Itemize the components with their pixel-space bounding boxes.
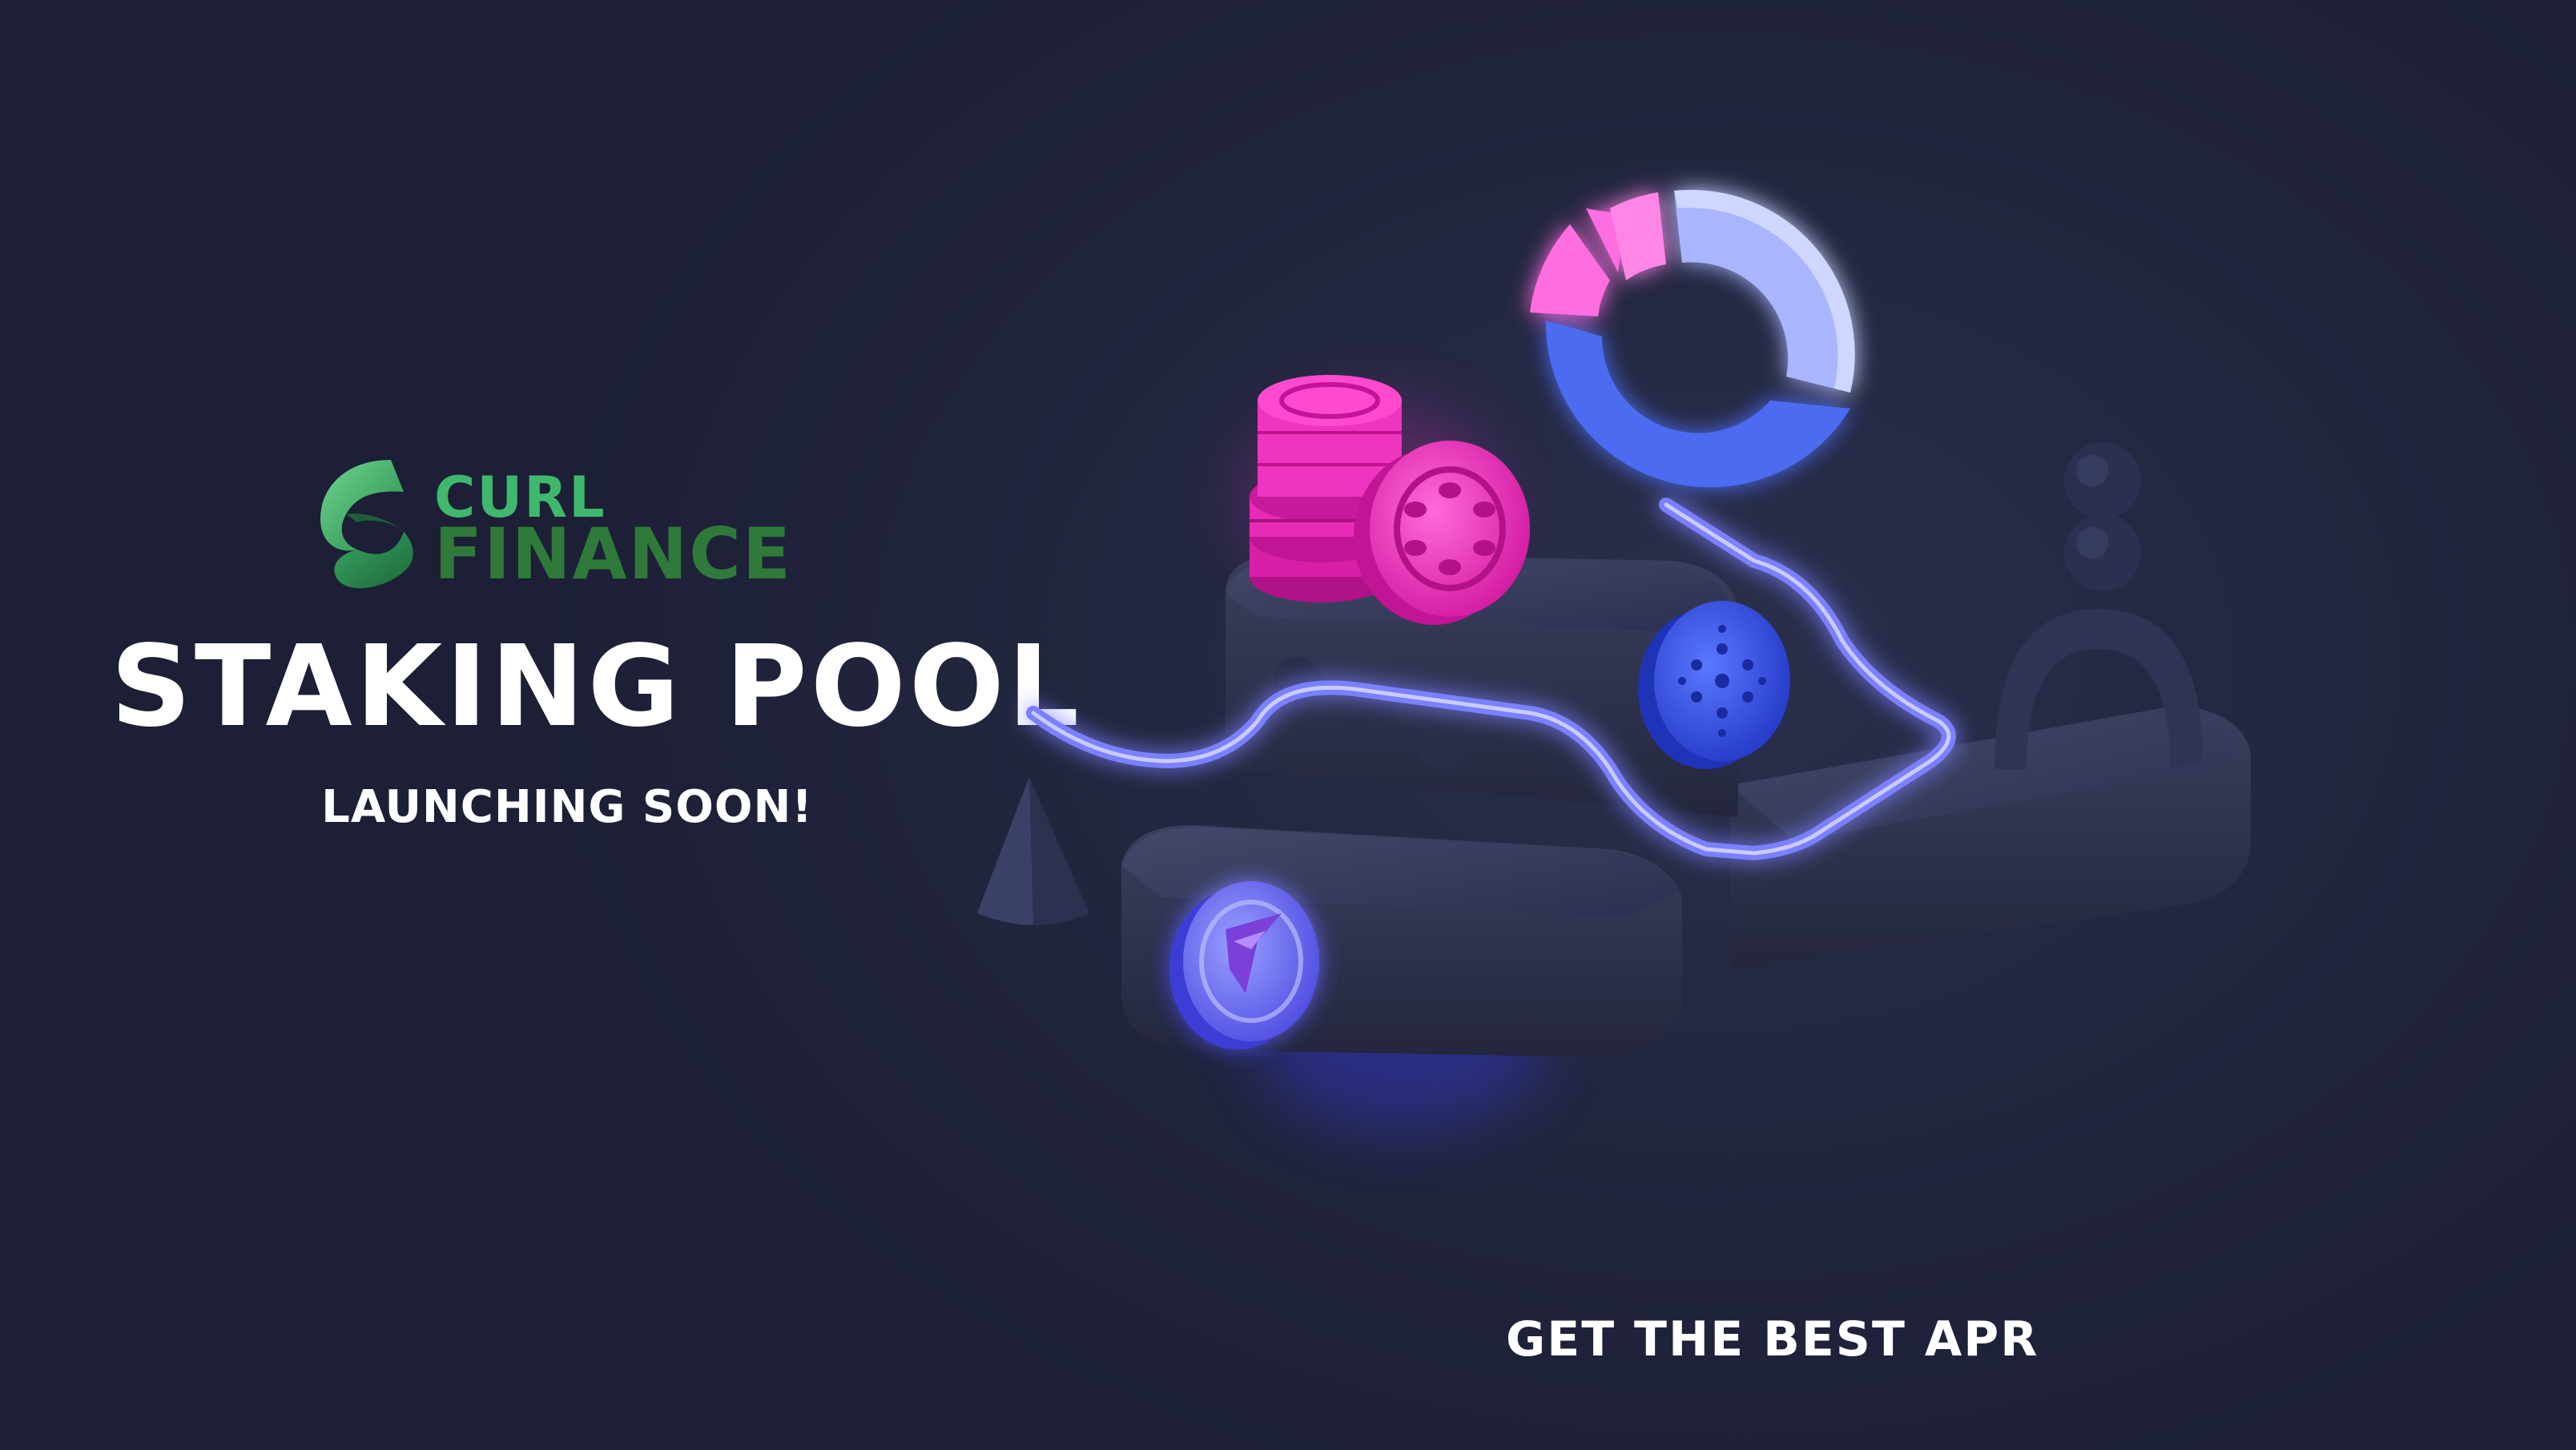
subheadline: LAUNCHING SOON! bbox=[321, 781, 813, 833]
cone-shape bbox=[977, 777, 1089, 925]
donut-chart-shape bbox=[1530, 189, 1855, 488]
logo-text-finance: FINANCE bbox=[434, 513, 792, 595]
curl-logo-icon bbox=[320, 460, 413, 589]
tagline: GET THE BEST APR bbox=[1506, 1311, 2039, 1367]
staking-illustration bbox=[977, 189, 2251, 1130]
platform-button-3 bbox=[1418, 721, 1466, 769]
curl-finance-logo: CURL FINANCE bbox=[314, 455, 811, 591]
headline: STAKING POOL bbox=[111, 622, 1083, 752]
staking-pool-banner: CURL FINANCE STAKING POOL LAUNCHING SOON… bbox=[0, 0, 2576, 1450]
